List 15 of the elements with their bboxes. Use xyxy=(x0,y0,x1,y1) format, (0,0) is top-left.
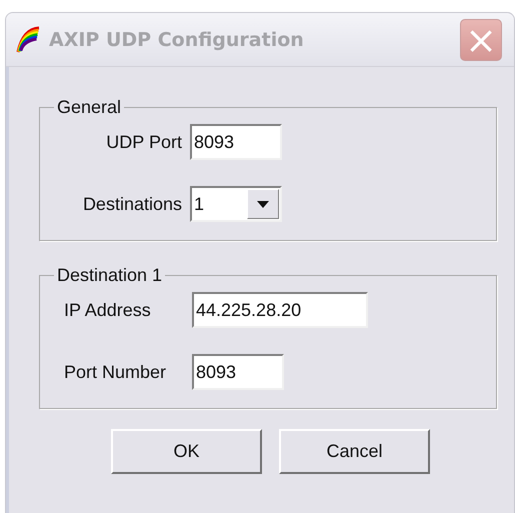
group-title: Destination 1 xyxy=(56,265,164,286)
field-label: Port Number xyxy=(63,362,168,382)
rainbow-logo-icon xyxy=(15,26,41,54)
field-label: IP Address xyxy=(63,300,152,320)
input-field[interactable]: 8093 xyxy=(190,124,282,160)
input-field[interactable]: 8093 xyxy=(192,354,284,390)
group-title: General xyxy=(56,97,122,118)
input-field[interactable]: 44.225.28.20 xyxy=(192,292,368,328)
ok-button[interactable]: OK xyxy=(111,429,262,474)
dropdown-arrow-icon xyxy=(257,200,269,208)
window-title: AXIP UDP Configuration xyxy=(49,28,305,50)
field-label: Destinations xyxy=(82,194,182,214)
cancel-button[interactable]: Cancel xyxy=(279,429,430,474)
dropdown[interactable]: 1 xyxy=(190,186,282,222)
field-label: UDP Port xyxy=(105,132,182,152)
